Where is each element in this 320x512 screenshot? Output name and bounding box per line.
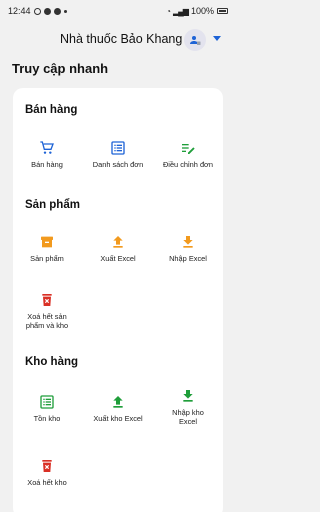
tile-label: Tồn kho — [33, 414, 61, 423]
tile-label: Sản phẩm — [30, 254, 64, 263]
tile-danh-sach-don[interactable]: Danh sách đơn — [86, 140, 150, 169]
battery-icon — [217, 8, 228, 14]
status-time: 12:44 — [8, 6, 31, 16]
status-bar: 12:44 ◔ ▂▄▆ 100% — [0, 0, 236, 22]
battery-percent: 100% — [190, 6, 214, 16]
tile-san-pham[interactable]: Sản phẩm — [15, 234, 79, 263]
tile-label: Xoá hết kho — [27, 478, 67, 487]
tile-label: Điều chỉnh đơn — [162, 160, 214, 169]
wifi-icon: ◔ — [166, 6, 171, 16]
tile-label: Xuất kho Excel — [93, 414, 143, 423]
more-dot-icon — [63, 9, 67, 13]
delete-icon — [42, 460, 52, 472]
notification-icon — [33, 7, 41, 15]
messenger-icon — [53, 7, 61, 15]
app-title: Nhà thuốc Bảo Khang — [60, 32, 183, 46]
tile-ton-kho[interactable]: Tồn kho — [15, 394, 79, 423]
section-title-ban-hang: Bán hàng — [25, 104, 78, 116]
box-icon — [41, 236, 53, 248]
section-title-san-pham: Sản phẩm — [25, 199, 80, 211]
tile-label: Bán hàng — [31, 160, 63, 169]
tile-label: Nhập Excel — [169, 254, 207, 263]
tile-xoa-het-kho[interactable]: Xoá hết kho — [15, 458, 79, 487]
tile-label: Xuất Excel — [100, 254, 136, 263]
delete-icon — [42, 294, 52, 306]
user-icon — [190, 36, 201, 45]
edit-note-icon — [182, 144, 195, 154]
tile-dieu-chinh-don[interactable]: Điều chỉnh đơn — [156, 140, 220, 169]
signal-icon: ▂▄▆ — [172, 6, 189, 16]
dropdown-arrow-icon[interactable] — [213, 36, 221, 41]
download-icon — [183, 236, 193, 248]
tile-xuat-excel[interactable]: Xuất Excel — [86, 234, 150, 263]
upload-icon — [113, 396, 123, 408]
section-title-kho-hang: Kho hàng — [25, 356, 79, 368]
tile-xuat-kho-excel[interactable]: Xuất kho Excel — [86, 394, 150, 423]
cart-icon — [40, 141, 54, 154]
tile-nhap-excel[interactable]: Nhập Excel — [156, 234, 220, 263]
tile-label: Xoá hết sản phẩm và kho — [25, 312, 69, 330]
quick-access-card: Bán hàng Bán hàng Danh sách đơn Điều chỉ… — [13, 88, 223, 512]
avatar[interactable] — [184, 29, 206, 51]
list-icon — [40, 395, 54, 409]
page-title: Truy cập nhanh — [12, 61, 109, 76]
facebook-icon — [43, 7, 51, 15]
list-icon — [111, 141, 125, 155]
tile-label: Danh sách đơn — [92, 160, 144, 169]
download-icon — [183, 390, 193, 402]
upload-icon — [113, 236, 123, 248]
tile-label: Nhập kho Excel — [172, 408, 204, 426]
tile-ban-hang[interactable]: Bán hàng — [15, 140, 79, 169]
tile-nhap-kho-excel[interactable]: Nhập kho Excel — [156, 388, 220, 426]
tile-xoa-het-san-pham-va-kho[interactable]: Xoá hết sản phẩm và kho — [15, 292, 79, 330]
